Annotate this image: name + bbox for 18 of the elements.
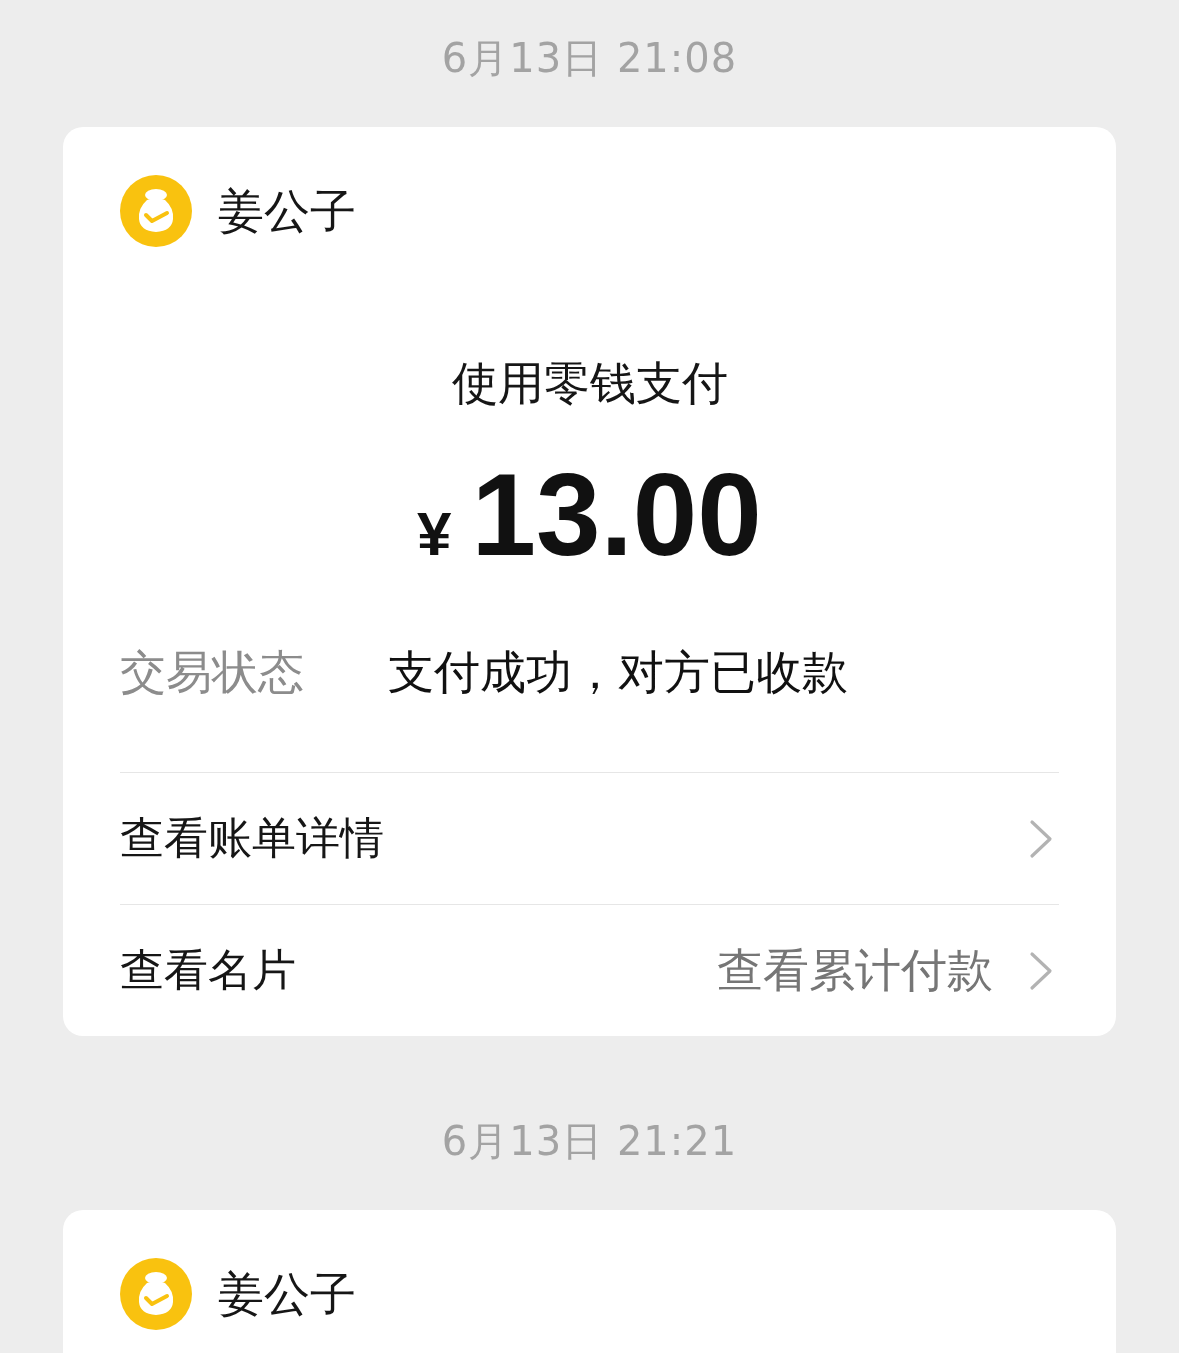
money-bag-logo-icon	[120, 175, 192, 247]
menu-row[interactable]: 查看名片 查看累计付款	[120, 904, 1059, 1036]
row-label: 查看名片	[120, 943, 297, 997]
status-value: 支付成功，对方已收款	[388, 644, 848, 701]
amount-value: 13.00	[471, 450, 762, 580]
merchant-name: 姜公子	[218, 183, 356, 240]
timestamp: 6月13日 21:08	[441, 34, 738, 83]
merchant-name: 姜公子	[218, 1266, 356, 1323]
row-label: 查看账单详情	[120, 811, 385, 865]
money-bag-logo-icon	[120, 1258, 192, 1330]
row-value: 查看累计付款	[717, 941, 993, 999]
currency-symbol: ¥	[417, 503, 452, 565]
status-label: 交易状态	[120, 644, 305, 701]
chevron-right-icon	[1029, 950, 1053, 991]
chevron-right-icon	[1029, 818, 1053, 859]
menu-row[interactable]: 查看账单详情	[120, 772, 1059, 904]
payment-method-title: 使用零钱支付	[451, 355, 728, 412]
timestamp: 6月13日 21:21	[441, 1117, 738, 1166]
